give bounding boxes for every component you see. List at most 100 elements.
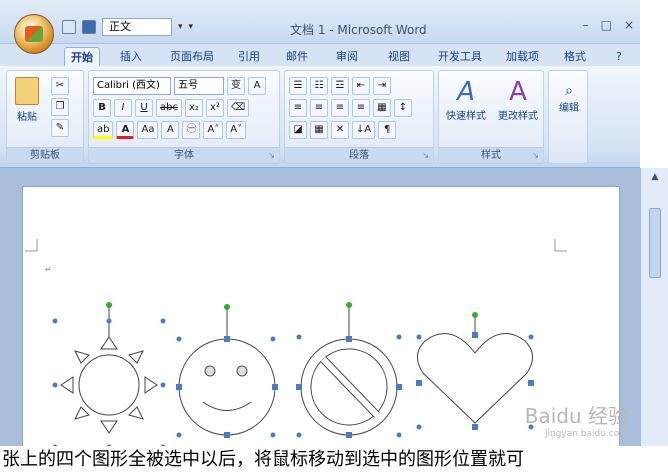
highlight-button[interactable]: ab (93, 121, 114, 139)
font-group-label: 字体 (89, 147, 279, 163)
bold-button[interactable]: B (93, 99, 111, 117)
shrink-font-icon[interactable]: A˅ (226, 121, 247, 139)
paste-label: 粘贴 (17, 112, 37, 123)
paragraph-group: ☰ ☷ ☲ ⇤ ⇥ ≡ ≡ ≡ ≡ ▦ ↕ ◪ ▦ ✕ ↓A ¶ 段落 ↘ (284, 70, 434, 164)
quick-styles-button[interactable]: A 快速样式 (441, 77, 491, 122)
font-color-button[interactable]: A (116, 121, 135, 139)
office-button[interactable] (14, 14, 54, 54)
change-styles-icon: A (509, 77, 527, 107)
maximize-button[interactable]: □ (601, 18, 612, 32)
tab-developer[interactable]: 开发工具 (432, 47, 488, 66)
font-group: Calibri (西文) 五号 变 A B I U abc x₂ x² ⌫ ab… (88, 70, 280, 164)
styles-group: A 快速样式 A 更改样式 样式 ↘ (438, 70, 544, 164)
tab-mailings[interactable]: 邮件 (280, 47, 314, 66)
caption-text: 张上的四个图形全被选中以后，将鼠标移动到选中的图形位置就可 (0, 446, 668, 474)
copy-icon[interactable]: ❐ (51, 98, 69, 116)
sort-icon[interactable]: ↓A (352, 121, 376, 139)
borders-icon[interactable]: ▦ (310, 121, 328, 139)
font-dialog-launcher-icon[interactable]: ↘ (268, 151, 275, 160)
styles-group-label: 样式 (439, 147, 543, 163)
editing-label: 编辑 (559, 103, 579, 114)
office-logo-icon (25, 26, 43, 42)
decrease-indent-icon[interactable]: ⇤ (352, 77, 370, 95)
title-bar: 正文 ▾ ▾ 文档 1 - Microsoft Word – □ × (0, 0, 640, 54)
vertical-scrollbar[interactable]: ▲ (640, 168, 668, 446)
paste-button[interactable]: 粘贴 (11, 77, 43, 123)
change-styles-button[interactable]: A 更改样式 (493, 77, 543, 122)
style-combo[interactable]: 正文 (102, 18, 172, 36)
grow-font-icon[interactable]: A˄ (203, 121, 224, 139)
tab-format[interactable]: 格式 (558, 47, 592, 66)
rotate-handle[interactable] (346, 302, 352, 308)
rotate-handle[interactable] (224, 304, 230, 310)
no-symbol-shape[interactable] (296, 302, 402, 438)
show-marks-icon[interactable]: ¶ (378, 121, 397, 139)
shading-icon[interactable]: ◪ (289, 121, 307, 139)
ribbon: 粘贴 ✂ ❐ ✎ 剪贴板 Calibri (西文) 五号 变 A B I U a… (0, 66, 640, 168)
editing-button[interactable]: ⌕ 编辑 (551, 83, 587, 114)
italic-button[interactable]: I (114, 99, 132, 117)
rotate-handle[interactable] (472, 312, 478, 318)
tab-home[interactable]: 开始 (64, 47, 100, 66)
multilevel-list-icon[interactable]: ☲ (331, 77, 349, 95)
close-button[interactable]: × (624, 18, 634, 32)
line-spacing-icon[interactable]: ↕ (394, 99, 412, 117)
watermark-sub: jingyan.baidu.com (544, 429, 628, 439)
align-center-icon[interactable]: ≡ (310, 99, 328, 117)
print-icon[interactable] (62, 20, 76, 34)
smiley-face-shape[interactable] (176, 304, 278, 438)
char-shading-icon[interactable]: Aa (137, 121, 159, 139)
help-icon[interactable]: ? (610, 47, 628, 66)
paragraph-group-label: 段落 (285, 147, 433, 163)
tab-add-ins[interactable]: 加载项 (500, 47, 545, 66)
clear-format-icon[interactable]: ⌫ (226, 99, 250, 117)
paste-icon (15, 77, 39, 105)
rotate-handle[interactable] (106, 302, 112, 308)
paragraph-dialog-launcher-icon[interactable]: ↘ (422, 151, 429, 160)
window-controls: – □ × (583, 18, 634, 32)
quick-styles-label: 快速样式 (446, 111, 486, 122)
save-icon[interactable] (82, 20, 96, 34)
justify-icon[interactable]: ≡ (352, 99, 370, 117)
char-border-icon[interactable]: A (248, 77, 266, 95)
font-size-combo[interactable]: 五号 (174, 77, 224, 95)
ribbon-tabs: 开始 插入 页面布局 引用 邮件 审阅 视图 开发工具 加载项 格式 ? (0, 44, 640, 66)
tab-view[interactable]: 视图 (382, 47, 416, 66)
tab-review[interactable]: 审阅 (330, 47, 364, 66)
quick-styles-icon: A (457, 77, 475, 107)
chevron-down-icon[interactable]: ▾ (178, 22, 183, 32)
tab-references[interactable]: 引用 (232, 47, 266, 66)
align-right-icon[interactable]: ≡ (331, 99, 349, 117)
chinese-layout-icon[interactable]: ✕ (331, 121, 349, 139)
watermark-text: Baidu 经验 (524, 404, 628, 428)
enclose-char-icon[interactable]: ㊀ (182, 121, 201, 139)
phonetic-guide-icon[interactable]: 变 (227, 77, 245, 95)
styles-dialog-launcher-icon[interactable]: ↘ (532, 151, 539, 160)
minimize-button[interactable]: – (583, 18, 589, 32)
numbering-icon[interactable]: ☷ (310, 77, 328, 95)
sun-shape[interactable] (52, 302, 166, 450)
bullets-icon[interactable]: ☰ (289, 77, 307, 95)
char-frame-icon[interactable]: A (161, 121, 180, 139)
clipboard-group: 粘贴 ✂ ❐ ✎ 剪贴板 (6, 70, 84, 164)
format-painter-icon[interactable]: ✎ (51, 119, 69, 137)
heart-shape[interactable] (416, 312, 534, 430)
scroll-thumb[interactable] (649, 208, 661, 278)
superscript-button[interactable]: x² (205, 99, 224, 117)
subscript-button[interactable]: x₂ (184, 99, 203, 117)
binoculars-icon: ⌕ (565, 83, 573, 99)
font-name-combo[interactable]: Calibri (西文) (93, 77, 171, 95)
watermark: Baidu 经验 jingyan.baidu.com (525, 400, 628, 439)
tab-insert[interactable]: 插入 (114, 47, 148, 66)
tab-page-layout[interactable]: 页面布局 (164, 47, 220, 66)
window-title: 文档 1 - Microsoft Word (290, 23, 427, 37)
cut-icon[interactable]: ✂ (51, 77, 69, 95)
clipboard-group-label: 剪贴板 (7, 147, 83, 163)
customize-qat-icon[interactable]: ▾ (189, 22, 194, 32)
underline-button[interactable]: U (135, 99, 153, 117)
scroll-up-icon[interactable]: ▲ (647, 172, 663, 188)
increase-indent-icon[interactable]: ⇥ (373, 77, 391, 95)
strikethrough-button[interactable]: abc (156, 99, 182, 117)
align-left-icon[interactable]: ≡ (289, 99, 307, 117)
distributed-icon[interactable]: ▦ (373, 99, 391, 117)
